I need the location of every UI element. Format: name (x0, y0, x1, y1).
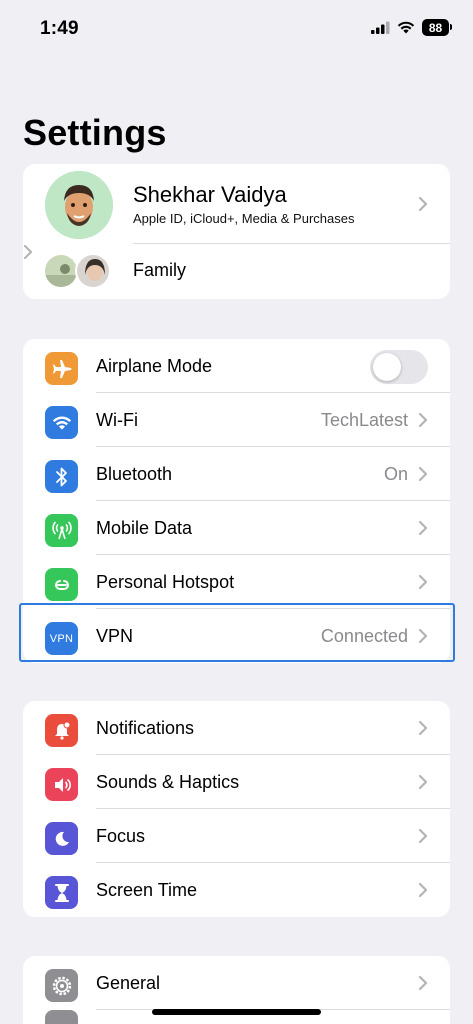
chevron-right-icon (418, 975, 428, 991)
avatar (45, 171, 113, 239)
focus-label: Focus (96, 825, 146, 846)
photo-avatar-icon (45, 255, 77, 287)
family-label: Family (133, 260, 186, 280)
wifi-value: TechLatest (320, 409, 408, 430)
wifi-row[interactable]: Wi-Fi TechLatest (23, 393, 450, 447)
chevron-right-icon (418, 774, 428, 790)
sounds-haptics-label: Sounds & Haptics (96, 771, 240, 792)
notifications-card: Notifications Sounds & Haptics Focus Scr… (23, 701, 450, 917)
personal-hotspot-row[interactable]: Personal Hotspot (23, 555, 450, 609)
airplane-mode-toggle[interactable] (370, 350, 428, 384)
moon-icon (45, 822, 78, 855)
general-label: General (96, 972, 161, 993)
profile-subtitle: Apple ID, iCloud+, Media & Purchases (133, 211, 355, 226)
page-title: Settings (23, 112, 167, 153)
family-member-avatar (75, 253, 111, 289)
bluetooth-value: On (383, 463, 408, 484)
gear-icon (45, 969, 78, 1002)
general-row[interactable]: General (23, 956, 450, 1010)
cellular-signal-icon (371, 21, 390, 34)
vpn-highlight-box (19, 603, 455, 662)
wifi-icon (397, 21, 415, 34)
chevron-right-icon (418, 882, 428, 898)
hotspot-icon (45, 568, 78, 601)
status-bar: 1:49 88 (0, 0, 473, 56)
photo-avatar-icon (77, 255, 109, 287)
airplane-icon (45, 352, 78, 385)
partial-icon (45, 1010, 78, 1024)
apple-id-row[interactable]: Shekhar Vaidya Apple ID, iCloud+, Media … (23, 164, 450, 244)
status-time: 1:49 (40, 18, 79, 39)
focus-row[interactable]: Focus (23, 809, 450, 863)
chevron-right-icon (418, 720, 428, 736)
screen-time-row[interactable]: Screen Time (23, 863, 450, 917)
profile-name: Shekhar Vaidya (133, 182, 287, 207)
home-indicator[interactable] (152, 1009, 321, 1015)
memoji-avatar-icon (45, 171, 113, 239)
sounds-haptics-row[interactable]: Sounds & Haptics (23, 755, 450, 809)
wifi-icon (45, 406, 78, 439)
chevron-right-icon (418, 574, 428, 590)
chevron-right-icon (418, 828, 428, 844)
chevron-right-icon (418, 466, 428, 482)
notifications-label: Notifications (96, 717, 195, 738)
toggle-knob (373, 353, 401, 381)
personal-hotspot-label: Personal Hotspot (96, 571, 235, 592)
speaker-icon (45, 768, 78, 801)
family-member-avatar (43, 253, 79, 289)
wifi-label: Wi-Fi (96, 409, 138, 430)
airplane-mode-label: Airplane Mode (96, 355, 213, 376)
chevron-right-icon (23, 244, 33, 260)
profile-card: Shekhar Vaidya Apple ID, iCloud+, Media … (23, 164, 450, 299)
notifications-row[interactable]: Notifications (23, 701, 450, 755)
antenna-icon (45, 514, 78, 547)
mobile-data-label: Mobile Data (96, 517, 193, 538)
bluetooth-icon (45, 460, 78, 493)
screen-time-label: Screen Time (96, 879, 198, 900)
airplane-mode-row: Airplane Mode (23, 339, 450, 393)
family-row[interactable]: Family (23, 244, 450, 298)
bell-icon (45, 714, 78, 747)
chevron-right-icon (418, 520, 428, 536)
mobile-data-row[interactable]: Mobile Data (23, 501, 450, 555)
hourglass-icon (45, 876, 78, 909)
battery-icon: 88 (422, 19, 452, 36)
chevron-right-icon (418, 412, 428, 428)
bluetooth-label: Bluetooth (96, 463, 173, 484)
bluetooth-row[interactable]: Bluetooth On (23, 447, 450, 501)
chevron-right-icon (418, 196, 428, 212)
status-icons: 88 (371, 19, 452, 36)
